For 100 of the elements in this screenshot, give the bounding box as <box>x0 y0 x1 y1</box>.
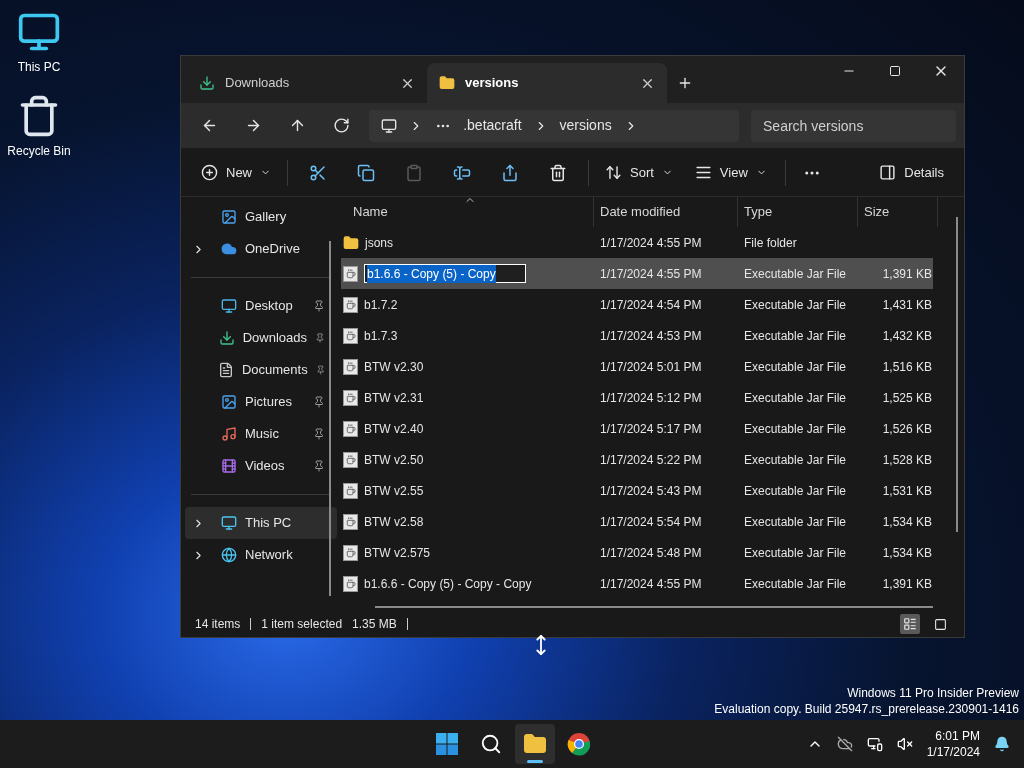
type-cell-text: Executable Jar File <box>743 296 848 314</box>
date-cell-text: 1/17/2024 4:53 PM <box>599 327 703 345</box>
document-icon <box>217 362 234 378</box>
date-cell-text: 1/17/2024 5:12 PM <box>599 389 703 407</box>
lines-icon <box>694 164 712 181</box>
file-row[interactable]: b1.6.6 - Copy (5) - Copy 1/17/2024 4:55 PM Executable Jar File 1,391 KB <box>341 258 933 289</box>
monitor-icon <box>381 117 398 134</box>
jar-file-icon <box>343 420 358 437</box>
gallery-icon <box>221 209 237 225</box>
type-cell-text: Executable Jar File <box>743 482 848 500</box>
sidebar-item[interactable]: Music <box>185 418 337 450</box>
file-row[interactable]: BTW v2.31 1/17/2024 5:12 PM Executable Jar File 1,525 KB <box>341 382 933 413</box>
address-bar[interactable]: .betacraft versions <box>369 109 739 142</box>
file-row[interactable]: BTW v2.40 1/17/2024 5:17 PM Executable Jar File 1,526 KB <box>341 413 933 444</box>
tab[interactable]: versions <box>427 63 667 103</box>
file-name: b1.7.2 <box>364 296 398 314</box>
file-row[interactable]: BTW v2.30 1/17/2024 5:01 PM Executable Jar File 1,516 KB <box>341 351 933 382</box>
breadcrumb[interactable]: .betacraft <box>463 115 522 136</box>
muted-speaker-icon[interactable] <box>896 736 913 752</box>
sidebar-item[interactable]: Desktop <box>185 290 337 322</box>
file-row[interactable]: BTW v2.575 1/17/2024 5:48 PM Executable Jar File 1,534 KB <box>341 537 933 568</box>
sidebar-item[interactable]: Network <box>185 539 337 571</box>
details-view-button[interactable] <box>900 614 920 634</box>
sidebar-item[interactable]: OneDrive <box>185 233 337 265</box>
bell-icon[interactable] <box>994 736 1010 752</box>
file-row[interactable]: BTW v2.58 1/17/2024 5:54 PM Executable Jar File 1,534 KB <box>341 506 933 537</box>
file-name: BTW v2.575 <box>364 544 431 562</box>
sidebar-item[interactable]: Documents <box>185 354 337 386</box>
sidebar-item[interactable]: Downloads <box>185 322 337 354</box>
file-row[interactable]: BTW v2.55 1/17/2024 5:43 PM Executable Jar File 1,531 KB <box>341 475 933 506</box>
sidebar-item[interactable]: Gallery <box>185 201 337 233</box>
taskbar-button[interactable] <box>515 724 556 764</box>
windows-logo-icon <box>435 732 460 756</box>
date-cell-text: 1/17/2024 5:01 PM <box>599 358 703 376</box>
type-cell-text: Executable Jar File <box>743 451 848 469</box>
desktop-icon-label[interactable]: Recycle Bin <box>7 142 71 160</box>
clock-date[interactable]: 1/17/2024 <box>926 744 980 760</box>
new-tab-icon[interactable] <box>677 75 693 91</box>
type-cell-text: Executable Jar File <box>743 420 848 438</box>
sort-button[interactable]: Sort <box>595 155 683 190</box>
scrollbar[interactable] <box>956 217 958 532</box>
file-row[interactable]: BTW v2.50 1/17/2024 5:22 PM Executable Jar File 1,528 KB <box>341 444 933 475</box>
date-cell-text: 1/17/2024 5:43 PM <box>599 482 703 500</box>
maximize-icon[interactable] <box>889 65 901 77</box>
jar-file-icon <box>343 513 358 530</box>
sidebar-item[interactable]: Pictures <box>185 386 337 418</box>
type-cell-text: Executable Jar File <box>743 389 848 407</box>
cloud-off-icon[interactable] <box>836 736 853 752</box>
folder-icon <box>343 234 359 251</box>
file-name: BTW v2.40 <box>364 420 424 438</box>
size-cell-text: 1,526 KB <box>881 420 932 438</box>
date-cell-text: 1/17/2024 4:55 PM <box>599 575 703 593</box>
type-cell-text: Executable Jar File <box>743 513 848 531</box>
file-row[interactable]: jsons 1/17/2024 4:55 PM File folder <box>341 227 933 258</box>
panel-icon <box>879 164 897 181</box>
size-cell-text: 1,534 KB <box>881 513 932 531</box>
rename-field[interactable]: b1.6.6 - Copy (5) - Copy <box>364 264 526 283</box>
clipboard-icon <box>405 163 423 182</box>
scrollbar[interactable] <box>329 241 331 596</box>
column-header[interactable]: Size <box>858 197 938 227</box>
jar-file-icon <box>343 482 358 499</box>
jar-file-icon <box>343 327 358 344</box>
pin-icon <box>315 332 325 344</box>
search-icon <box>480 733 503 755</box>
file-row[interactable]: b1.6.6 - Copy (5) - Copy - Copy 1/17/2024 4:55 PM Executable Jar File 1,391 KB <box>341 568 933 599</box>
size-cell-text: 1,534 KB <box>881 544 932 562</box>
scissors-icon <box>309 163 327 182</box>
type-cell-text: Executable Jar File <box>743 327 848 345</box>
file-name: b1.6.6 - Copy (5) - Copy - Copy <box>364 575 532 593</box>
sidebar-item[interactable]: This PC <box>185 507 337 539</box>
rename-icon <box>453 163 471 182</box>
monitor-icon <box>221 515 237 531</box>
browser-logo-icon <box>567 732 592 756</box>
view-button[interactable]: View <box>682 155 779 190</box>
scrollbar[interactable] <box>375 606 933 608</box>
desktop-icon-label[interactable]: This PC <box>17 58 61 76</box>
size-cell-text: 1,391 KB <box>881 575 932 593</box>
sidebar-item[interactable]: Videos <box>185 450 337 482</box>
film-icon <box>221 458 237 474</box>
search-field[interactable]: Search versions <box>751 109 956 142</box>
edition-text: Evaluation copy. Build 25947.rs_prerelease.230901-1416 <box>714 701 1019 717</box>
clock-time[interactable]: 6:01 PM <box>935 728 980 744</box>
file-row[interactable]: b1.7.3 1/17/2024 4:53 PM Executable Jar File 1,432 KB <box>341 320 933 351</box>
size-cell-text: 1,525 KB <box>881 389 932 407</box>
refresh-icon[interactable] <box>332 117 350 134</box>
size-cell-text: 1,391 KB <box>881 265 932 283</box>
file-name: jsons <box>365 234 393 252</box>
share-icon <box>501 163 519 182</box>
download-icon <box>199 75 215 91</box>
details-button[interactable]: Details <box>869 155 954 190</box>
network-icon[interactable] <box>866 736 883 752</box>
column-header[interactable]: Type <box>738 197 858 227</box>
new-button[interactable]: New <box>191 155 281 190</box>
jar-file-icon <box>343 544 358 561</box>
column-header[interactable]: Date modified <box>594 197 738 227</box>
column-header[interactable]: Name <box>341 197 594 227</box>
breadcrumb[interactable]: versions <box>559 115 612 136</box>
tab[interactable]: Downloads <box>187 63 427 103</box>
file-row[interactable]: b1.7.2 1/17/2024 4:54 PM Executable Jar File 1,431 KB <box>341 289 933 320</box>
jar-file-icon <box>343 575 358 592</box>
